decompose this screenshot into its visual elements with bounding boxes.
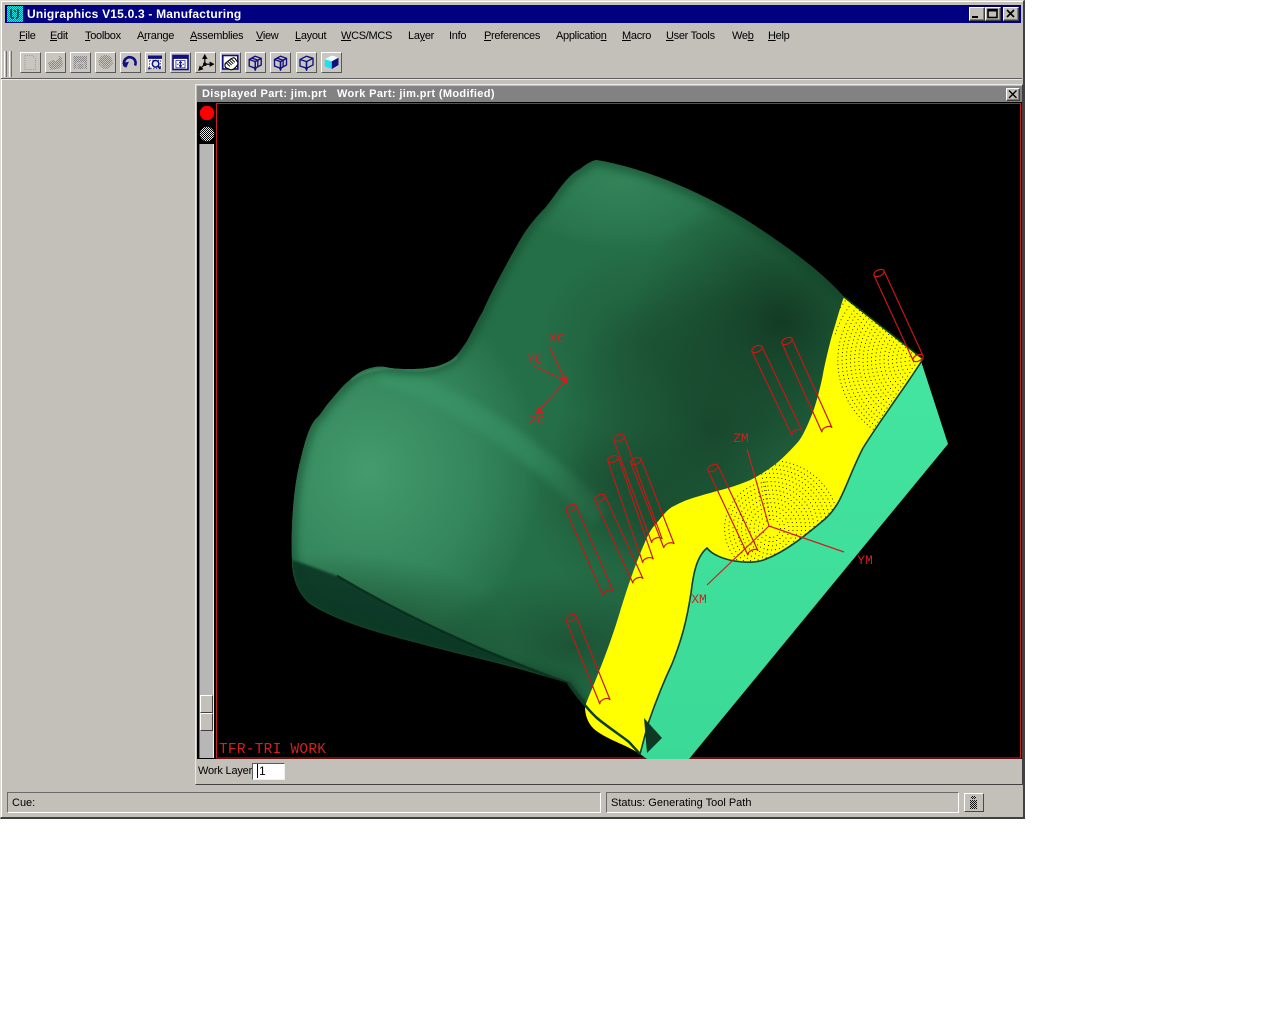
svg-text:ZC: ZC	[529, 413, 545, 428]
svg-text:TFR-TRI WORK: TFR-TRI WORK	[219, 742, 326, 758]
svg-text:ZM: ZM	[733, 431, 749, 446]
svg-text:YC: YC	[527, 352, 543, 367]
svg-text:YM: YM	[857, 553, 873, 568]
svg-text:XM: XM	[691, 592, 707, 607]
svg-text:XC: XC	[549, 331, 565, 346]
